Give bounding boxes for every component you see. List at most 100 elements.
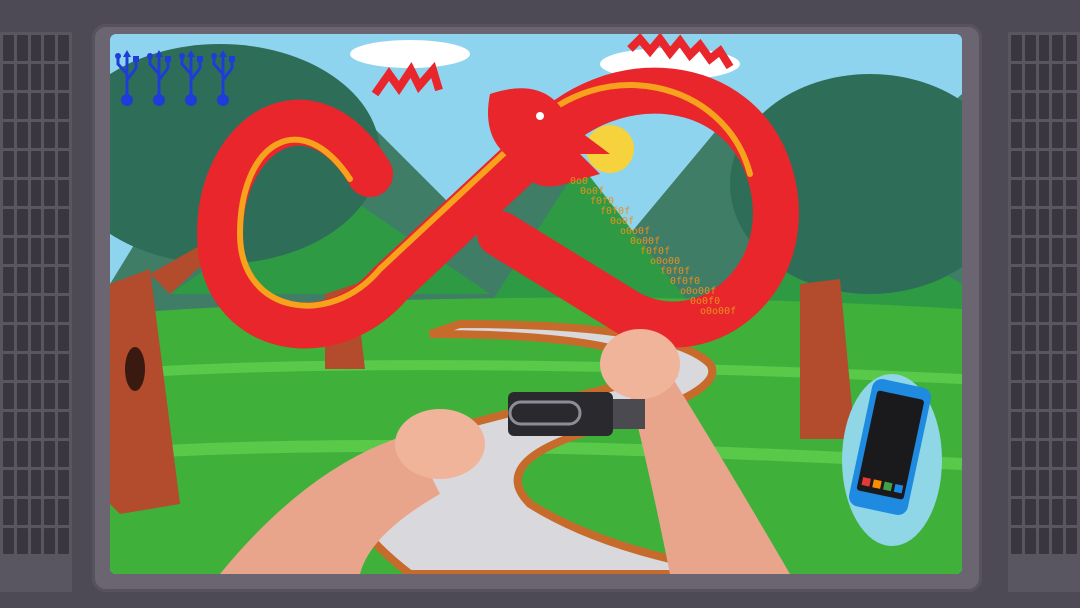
grille-slot [44, 180, 56, 206]
left-hand [395, 409, 485, 479]
grille-slot [1038, 383, 1050, 409]
grille-slot [1011, 325, 1022, 351]
grille-slot [1066, 499, 1077, 525]
grille-slot [44, 528, 56, 554]
grille-slot [30, 151, 42, 177]
grille-slot [3, 151, 14, 177]
grille-slot [44, 64, 56, 90]
grille-slot [16, 238, 28, 264]
grille-slot [3, 528, 14, 554]
grille-slot [1011, 441, 1022, 467]
grille-slot [30, 354, 42, 380]
grille-slot [1011, 209, 1022, 235]
grille-slot [16, 296, 28, 322]
grille-slot [44, 296, 56, 322]
grille-slot [1066, 383, 1077, 409]
grille-slot [1024, 35, 1036, 61]
grille-slot [1066, 35, 1077, 61]
grille-slot [58, 470, 69, 496]
grille-slot [1066, 209, 1077, 235]
grille-slot [1024, 238, 1036, 264]
grille-slot [44, 354, 56, 380]
grille-slot [58, 383, 69, 409]
grille-slot [16, 35, 28, 61]
app-icon [883, 481, 893, 492]
grille-slot [1066, 238, 1077, 264]
grille-slot [3, 470, 14, 496]
grille-slot [1038, 151, 1050, 177]
usb-connector [613, 399, 645, 429]
grille-slot [1052, 151, 1064, 177]
grille-slot [1052, 383, 1064, 409]
grille-slot [30, 267, 42, 293]
cloud [350, 40, 470, 68]
grille-slot [44, 470, 56, 496]
grille-slot [58, 267, 69, 293]
grille-slot [1011, 383, 1022, 409]
grille-slot [30, 528, 42, 554]
grille-slot [30, 35, 42, 61]
grille-slot [1052, 441, 1064, 467]
grille-slot [3, 267, 14, 293]
grille-slot [44, 238, 56, 264]
grille-slot [1052, 122, 1064, 148]
grille-slot [1024, 441, 1036, 467]
grille-slot [16, 499, 28, 525]
grille-slot [30, 93, 42, 119]
grille-slot [1024, 180, 1036, 206]
grille-slot [1066, 412, 1077, 438]
grille-slot [1024, 267, 1036, 293]
grille-slot [30, 470, 42, 496]
grille-slot [1052, 209, 1064, 235]
grille-slot [30, 180, 42, 206]
grille-slot [1066, 267, 1077, 293]
grille-slot [44, 383, 56, 409]
grille-slot [1038, 499, 1050, 525]
grille-slot [1038, 354, 1050, 380]
grille-slot [58, 209, 69, 235]
left-speaker-grille [0, 32, 72, 592]
grille-slot [44, 35, 56, 61]
usb-trident-icon [115, 50, 139, 106]
grille-slot [16, 151, 28, 177]
grille-slot [1024, 499, 1036, 525]
grille-slot [58, 325, 69, 351]
grille-slot [1066, 441, 1077, 467]
smartphone-icon [842, 374, 942, 546]
grille-slot [3, 412, 14, 438]
grille-slot [58, 354, 69, 380]
grille-slot [1038, 122, 1050, 148]
grille-slot [1052, 296, 1064, 322]
grille-slot [1052, 267, 1064, 293]
grille-slot [1011, 296, 1022, 322]
grille-slot [3, 296, 14, 322]
grille-slot [1011, 151, 1022, 177]
grille-slot [3, 499, 14, 525]
grille-slot [1052, 499, 1064, 525]
grille-slot [58, 499, 69, 525]
grille-slot [44, 209, 56, 235]
grille-slot [16, 122, 28, 148]
grille-slot [1052, 35, 1064, 61]
grille-slot [1038, 412, 1050, 438]
grille-slot [58, 151, 69, 177]
grille-slot [1066, 93, 1077, 119]
grille-slot [16, 325, 28, 351]
grille-slot [1024, 151, 1036, 177]
grille-slot [30, 412, 42, 438]
grille-slot [1011, 238, 1022, 264]
grille-slot [16, 267, 28, 293]
grille-slot [1066, 296, 1077, 322]
grille-slot [16, 470, 28, 496]
grille-slot [1038, 441, 1050, 467]
grille-slot [30, 441, 42, 467]
grille-slot [1038, 64, 1050, 90]
game-viewport[interactable]: 0o0 0o0f f0f0 f0f0f 0o0f o0o0f 0o00f f0f0f o0o00… [110, 34, 962, 574]
lives-bar [112, 50, 238, 108]
grille-slot [1011, 180, 1022, 206]
smartphone-badge[interactable] [840, 372, 944, 548]
grille-slot [1011, 35, 1022, 61]
grille-slot [1024, 122, 1036, 148]
grille-slot [1038, 93, 1050, 119]
grille-slot [1024, 412, 1036, 438]
